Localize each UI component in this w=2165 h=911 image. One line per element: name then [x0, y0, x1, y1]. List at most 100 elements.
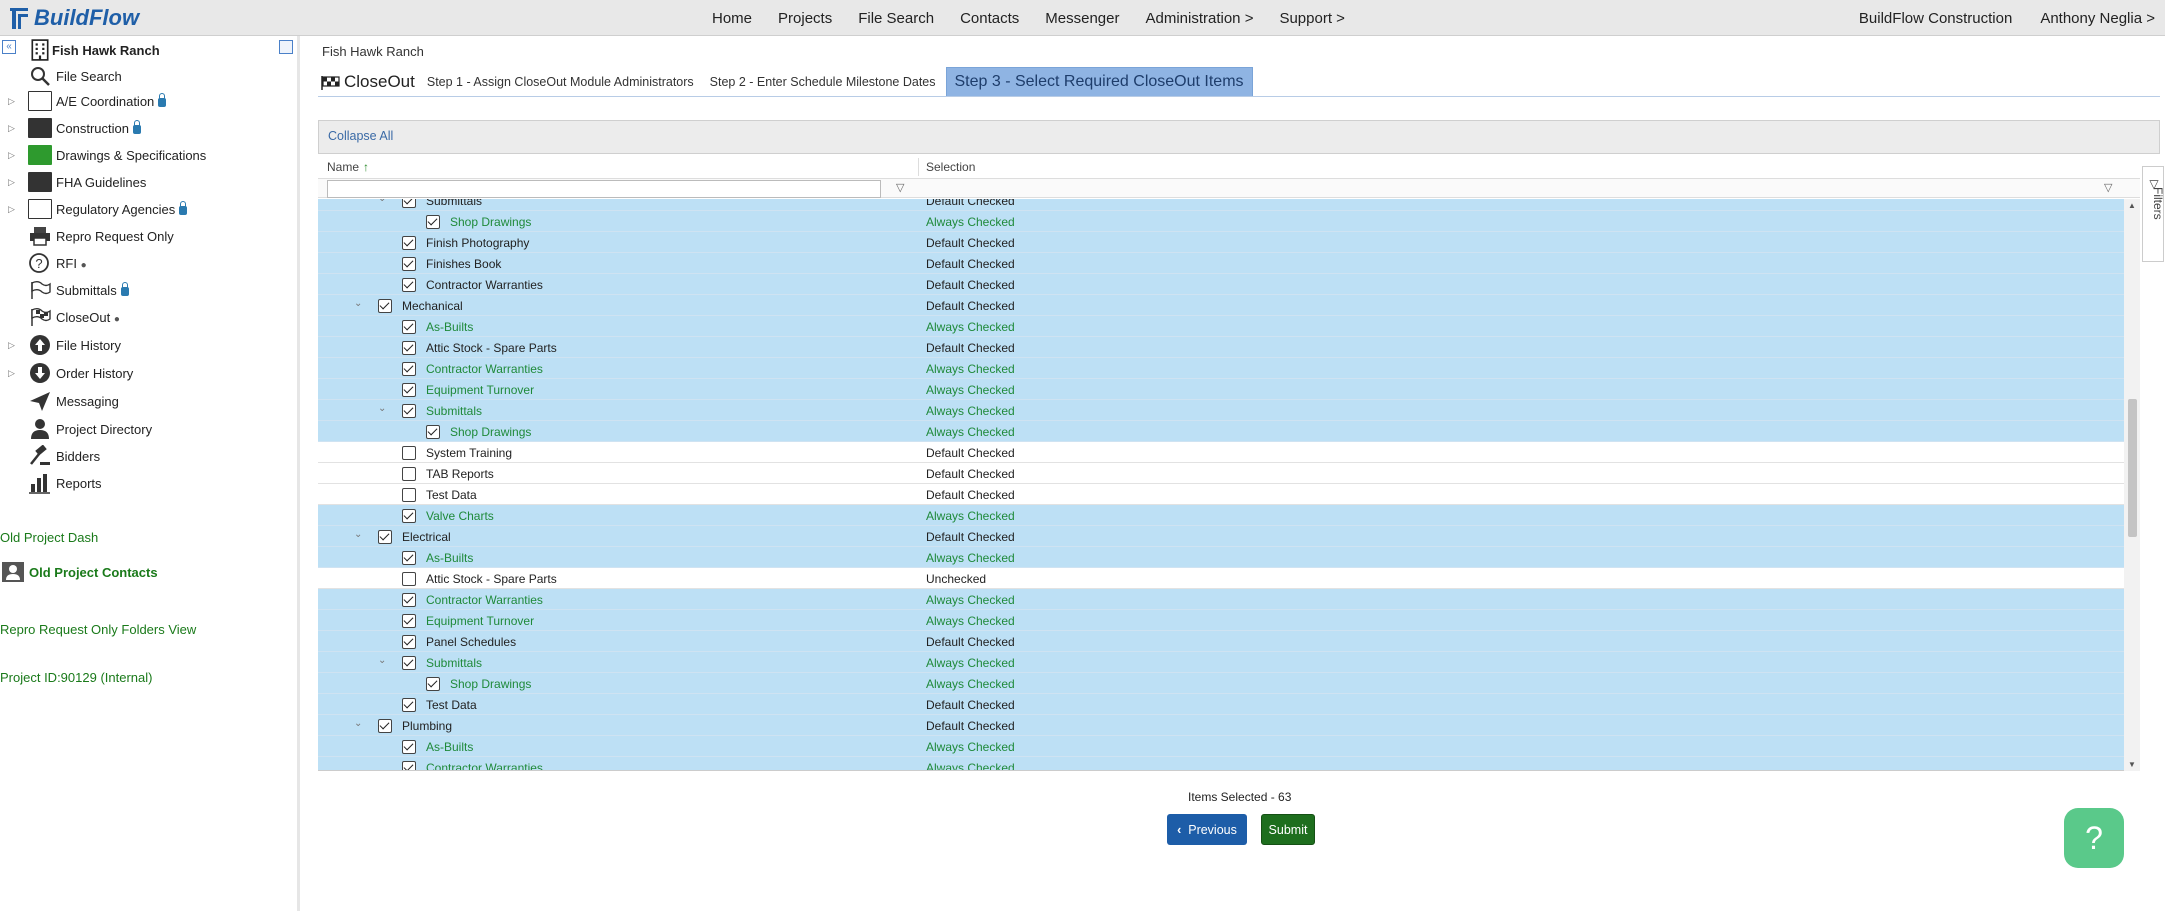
table-row[interactable]: ⌄ Submittals Always Checked — [318, 400, 2124, 421]
row-checkbox[interactable] — [402, 236, 416, 250]
row-checkbox[interactable] — [402, 341, 416, 355]
table-row[interactable]: As-Builts Always Checked — [318, 547, 2124, 568]
company-link[interactable]: BuildFlow Construction — [1859, 10, 2012, 27]
step-3-tab[interactable]: Step 3 - Select Required CloseOut Items — [945, 67, 1253, 97]
nav-file-search[interactable]: File Search — [858, 10, 934, 27]
filter-icon[interactable]: ▽ — [2104, 182, 2116, 194]
row-checkbox[interactable] — [402, 278, 416, 292]
table-row[interactable]: Equipment Turnover Always Checked — [318, 379, 2124, 400]
table-row[interactable]: ⌄ Plumbing Default Checked — [318, 715, 2124, 736]
table-row[interactable]: ⌄ Submittals Always Checked — [318, 652, 2124, 673]
row-checkbox[interactable] — [402, 199, 416, 208]
sidebar-item-fha-guidelines[interactable]: ▷ FHA Guidelines — [0, 170, 298, 194]
help-button[interactable]: ? — [2064, 808, 2124, 868]
row-checkbox[interactable] — [402, 635, 416, 649]
row-checkbox[interactable] — [426, 677, 440, 691]
column-header-name[interactable]: Name ↑ — [327, 160, 369, 174]
sidebar-item-regulatory-agencies[interactable]: ▷ Regulatory Agencies — [0, 197, 298, 221]
row-checkbox[interactable] — [402, 656, 416, 670]
old-project-dash-link[interactable]: Old Project Dash — [0, 530, 98, 545]
expand-arrow-icon[interactable]: ▷ — [8, 340, 16, 351]
step-1-tab[interactable]: Step 1 - Assign CloseOut Module Administ… — [427, 75, 694, 89]
nav-projects[interactable]: Projects — [778, 10, 832, 27]
expand-toggle-icon[interactable]: ⌄ — [378, 199, 388, 204]
table-row[interactable]: Test Data Default Checked — [318, 694, 2124, 715]
row-checkbox[interactable] — [378, 719, 392, 733]
row-checkbox[interactable] — [402, 467, 416, 481]
expand-toggle-icon[interactable]: ⌄ — [354, 529, 364, 540]
table-row[interactable]: ⌄ Mechanical Default Checked — [318, 295, 2124, 316]
name-filter-input[interactable] — [327, 180, 881, 198]
sidebar-project[interactable]: Fish Hawk Ranch — [0, 38, 298, 62]
table-row[interactable]: Contractor Warranties Default Checked — [318, 274, 2124, 295]
row-checkbox[interactable] — [402, 551, 416, 565]
sidebar-item-reports[interactable]: Reports — [0, 471, 298, 495]
row-checkbox[interactable] — [378, 530, 392, 544]
nav-home[interactable]: Home — [712, 10, 752, 27]
sidebar-item-bidders[interactable]: Bidders — [0, 444, 298, 468]
submit-button[interactable]: Submit — [1261, 814, 1315, 845]
previous-button[interactable]: ‹ Previous — [1167, 814, 1247, 845]
filters-panel-tab[interactable]: ▽ Filters — [2142, 166, 2165, 262]
row-checkbox[interactable] — [402, 761, 416, 770]
nav-messenger[interactable]: Messenger — [1045, 10, 1119, 27]
breadcrumb[interactable]: Fish Hawk Ranch — [322, 44, 424, 59]
column-header-selection[interactable]: Selection — [926, 160, 975, 174]
row-checkbox[interactable] — [402, 698, 416, 712]
step-2-tab[interactable]: Step 2 - Enter Schedule Milestone Dates — [710, 75, 936, 89]
expand-toggle-icon[interactable]: ⌄ — [354, 718, 364, 729]
sidebar-item-closeout[interactable]: CloseOut ● — [0, 305, 298, 329]
sidebar-item-project-directory[interactable]: Project Directory — [0, 417, 298, 441]
sidebar-item-repro-request[interactable]: Repro Request Only — [0, 224, 298, 248]
row-checkbox[interactable] — [402, 488, 416, 502]
table-row[interactable]: Contractor Warranties Always Checked — [318, 757, 2124, 770]
table-row[interactable]: Contractor Warranties Always Checked — [318, 589, 2124, 610]
nav-contacts[interactable]: Contacts — [960, 10, 1019, 27]
expand-arrow-icon[interactable]: ▷ — [8, 123, 16, 134]
expand-arrow-icon[interactable]: ▷ — [8, 204, 16, 215]
collapse-all-button[interactable]: Collapse All — [328, 129, 393, 143]
table-row[interactable]: Finishes Book Default Checked — [318, 253, 2124, 274]
row-checkbox[interactable] — [426, 425, 440, 439]
table-row[interactable]: Shop Drawings Always Checked — [318, 673, 2124, 694]
scroll-up-icon[interactable]: ▲ — [2128, 201, 2136, 210]
filter-icon[interactable]: ▽ — [896, 182, 908, 194]
row-checkbox[interactable] — [402, 404, 416, 418]
row-checkbox[interactable] — [402, 257, 416, 271]
table-row[interactable]: Attic Stock - Spare Parts Default Checked — [318, 337, 2124, 358]
brand-logo[interactable]: BuildFlow — [8, 4, 139, 32]
expand-arrow-icon[interactable]: ▷ — [8, 177, 16, 188]
scroll-thumb[interactable] — [2128, 399, 2137, 537]
table-row[interactable]: Shop Drawings Always Checked — [318, 421, 2124, 442]
repro-folders-view-link[interactable]: Repro Request Only Folders View — [0, 622, 196, 637]
row-checkbox[interactable] — [402, 593, 416, 607]
table-row[interactable]: ⌄ Submittals Default Checked — [318, 199, 2124, 211]
sidebar-item-file-history[interactable]: ▷ File History — [0, 333, 298, 357]
table-row[interactable]: Attic Stock - Spare Parts Unchecked — [318, 568, 2124, 589]
table-row[interactable]: Test Data Default Checked — [318, 484, 2124, 505]
table-row[interactable]: Contractor Warranties Always Checked — [318, 358, 2124, 379]
sidebar-item-messaging[interactable]: Messaging — [0, 389, 298, 413]
row-checkbox[interactable] — [402, 362, 416, 376]
row-checkbox[interactable] — [426, 215, 440, 229]
table-row[interactable]: System Training Default Checked — [318, 442, 2124, 463]
table-row[interactable]: ⌄ Electrical Default Checked — [318, 526, 2124, 547]
user-menu[interactable]: Anthony Neglia > — [2040, 10, 2155, 27]
table-row[interactable]: Shop Drawings Always Checked — [318, 211, 2124, 232]
sidebar-item-construction[interactable]: ▷ Construction — [0, 116, 298, 140]
scroll-down-icon[interactable]: ▼ — [2128, 760, 2136, 769]
expand-arrow-icon[interactable]: ▷ — [8, 96, 16, 107]
table-row[interactable]: Equipment Turnover Always Checked — [318, 610, 2124, 631]
nav-administration[interactable]: Administration > — [1145, 10, 1253, 27]
row-checkbox[interactable] — [402, 740, 416, 754]
grid-scrollbar[interactable]: ▲ ▼ — [2124, 199, 2140, 771]
sidebar-item-file-search[interactable]: File Search — [0, 64, 298, 88]
old-project-contacts-link[interactable]: Old Project Contacts — [0, 560, 298, 584]
expand-arrow-icon[interactable]: ▷ — [8, 150, 16, 161]
sidebar-item-order-history[interactable]: ▷ Order History — [0, 361, 298, 385]
sidebar-item-drawings-specifications[interactable]: ▷ Drawings & Specifications — [0, 143, 298, 167]
sidebar-item-ae-coordination[interactable]: ▷ A/E Coordination — [0, 89, 298, 113]
sidebar-item-submittals[interactable]: Submittals — [0, 278, 298, 302]
expand-arrow-icon[interactable]: ▷ — [8, 368, 16, 379]
row-checkbox[interactable] — [402, 446, 416, 460]
